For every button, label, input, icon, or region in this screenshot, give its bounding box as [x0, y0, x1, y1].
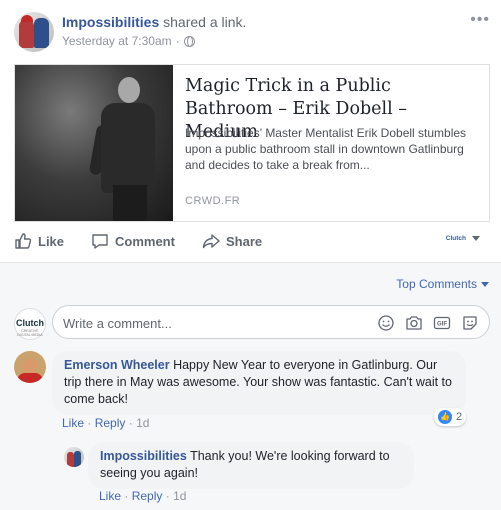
- share-button-label: Share: [226, 233, 263, 249]
- reply-author-name[interactable]: Impossibilities: [100, 449, 187, 463]
- post-poster-line: Impossibilities shared a link.: [62, 14, 246, 30]
- thumbnail-person-body: [101, 103, 155, 193]
- avatar-shirt: [17, 373, 43, 383]
- reply-author-avatar[interactable]: [64, 447, 84, 467]
- reply-reply-link[interactable]: Reply: [132, 489, 163, 503]
- link-domain: CRWD.FR: [185, 195, 241, 207]
- comments-section: Top Comments Clutch CREATIVE DIGITAL MED…: [0, 262, 501, 510]
- reply-item: Impossibilities Thank you! We're looking…: [64, 442, 494, 507]
- sticker-icon[interactable]: [461, 314, 479, 332]
- comment-input[interactable]: [63, 314, 363, 332]
- comment-age[interactable]: 1d: [136, 416, 149, 430]
- commenter-avatar[interactable]: [14, 351, 46, 383]
- comment-bubble: Emerson Wheeler Happy New Year to everyo…: [52, 351, 466, 415]
- page-name-link[interactable]: Impossibilities: [62, 14, 159, 30]
- reply-like-link[interactable]: Like: [99, 489, 121, 503]
- share-arrow-icon: [202, 234, 220, 249]
- globe-icon[interactable]: [183, 35, 195, 47]
- avatar-figure-right: [74, 451, 81, 467]
- reply-sep: ·: [165, 489, 170, 503]
- post-action-text: shared a link.: [163, 14, 247, 30]
- post-meta: Yesterday at 7:30am ·: [62, 34, 195, 48]
- comment-like-link[interactable]: Like: [62, 416, 84, 430]
- comment-reply-link[interactable]: Reply: [95, 416, 126, 430]
- svg-text:GIF: GIF: [437, 322, 447, 328]
- composer-avatar: Clutch CREATIVE DIGITAL MEDIA: [14, 308, 46, 340]
- like-button-label: Like: [38, 233, 65, 249]
- link-description: Impossibilities' Master Mentalist Erik D…: [185, 126, 467, 172]
- post-header: Impossibilities shared a link. Yesterday…: [14, 12, 494, 54]
- comment-icon: [92, 234, 108, 249]
- commenter-name[interactable]: Emerson Wheeler: [64, 358, 170, 372]
- post-timestamp[interactable]: Yesterday at 7:30am: [62, 34, 172, 48]
- clutch-small-logo: Clutch: [445, 235, 466, 242]
- post-action-bar: Like Comment Share Clutch: [14, 232, 490, 254]
- comment-sort-label: Top Comments: [396, 277, 477, 291]
- composer-icons: GIF: [377, 314, 479, 332]
- thumbs-up-icon: [15, 233, 32, 249]
- reaction-count: 2: [456, 411, 463, 423]
- avatar-figure-right: [34, 18, 49, 48]
- comment-sep: ·: [87, 416, 92, 430]
- composer-logo-text: Clutch: [16, 318, 44, 328]
- avatar-face: [23, 358, 37, 374]
- comment-reaction-count[interactable]: 👍 2: [434, 408, 467, 426]
- avatar-figure-left: [67, 452, 74, 467]
- reply-bubble: Impossibilities Thank you! We're looking…: [88, 442, 414, 489]
- caret-down-icon: [472, 236, 480, 241]
- comment-item: Emerson Wheeler Happy New Year to everyo…: [14, 351, 494, 431]
- page-avatar[interactable]: [14, 12, 54, 52]
- gif-icon[interactable]: GIF: [433, 314, 451, 332]
- link-thumbnail-image[interactable]: [15, 65, 173, 221]
- composer-logo-subtext: CREATIVE DIGITAL MEDIA: [17, 329, 43, 337]
- thumbnail-person-head: [118, 77, 140, 103]
- meta-separator: ·: [175, 34, 180, 48]
- comment-sort-dropdown[interactable]: Top Comments: [396, 277, 489, 291]
- reply-actions: Like · Reply · 1d: [99, 489, 186, 503]
- page-identity-selector[interactable]: Clutch: [446, 235, 480, 242]
- more-options-icon[interactable]: •••: [470, 12, 490, 28]
- comment-actions: Like · Reply · 1d: [62, 416, 149, 430]
- chevron-down-icon: [481, 281, 489, 287]
- emoji-icon[interactable]: [377, 314, 395, 332]
- link-preview-card[interactable]: Magic Trick in a Public Bathroom – Erik …: [14, 64, 490, 222]
- comment-button-label: Comment: [115, 233, 175, 249]
- avatar-figure-left: [19, 20, 34, 48]
- reply-age[interactable]: 1d: [173, 489, 186, 503]
- comment-button[interactable]: Comment: [91, 232, 175, 250]
- like-button[interactable]: Like: [14, 232, 64, 250]
- link-text-block: Magic Trick in a Public Bathroom – Erik …: [185, 65, 485, 221]
- santa-hat-icon: [21, 15, 33, 22]
- comment-sep: ·: [128, 416, 133, 430]
- comment-composer[interactable]: GIF: [52, 305, 490, 339]
- thumbnail-person-legs: [113, 185, 147, 221]
- like-reaction-icon: 👍: [438, 410, 452, 424]
- share-button[interactable]: Share: [202, 232, 262, 250]
- camera-icon[interactable]: [405, 314, 423, 332]
- reply-sep: ·: [124, 489, 129, 503]
